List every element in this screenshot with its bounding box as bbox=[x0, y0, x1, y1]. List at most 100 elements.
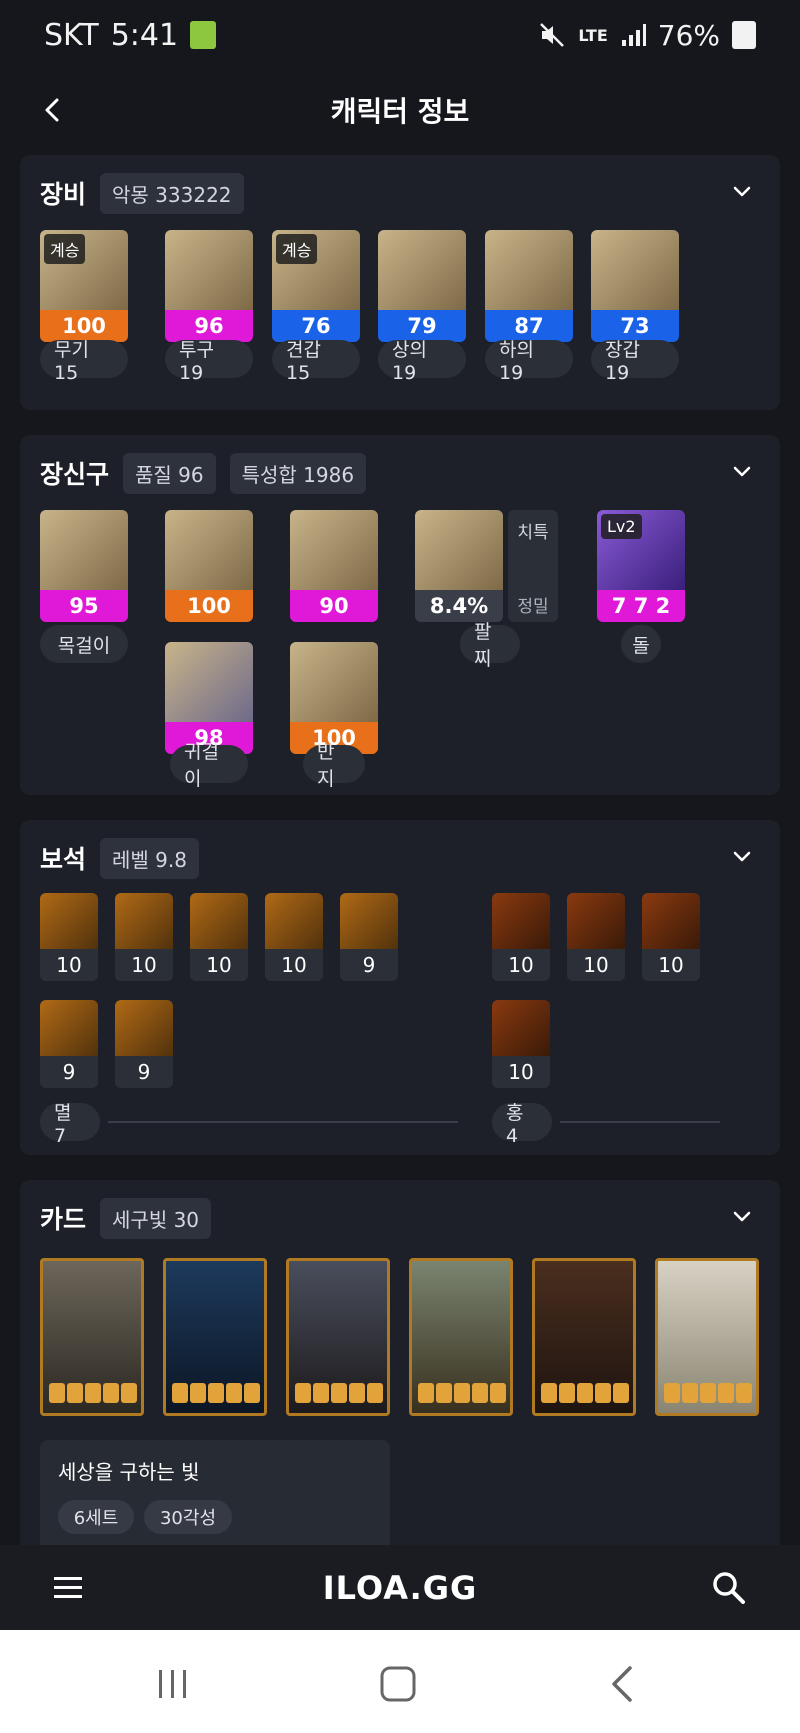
chevron-down-icon[interactable] bbox=[730, 179, 754, 203]
sim-notification-icon bbox=[190, 21, 217, 49]
accessory-necklace[interactable]: 95 bbox=[40, 510, 128, 622]
ring-image bbox=[290, 510, 378, 590]
page-title: 캐릭터 정보 bbox=[330, 95, 470, 128]
recent-apps-icon[interactable] bbox=[155, 1666, 191, 1702]
bracelet-effect-crit: 치특 bbox=[517, 523, 549, 543]
gem-level: 10 bbox=[115, 949, 173, 981]
app-header: 캐릭터 정보 bbox=[0, 70, 800, 150]
gem-level-badge: 레벨 9.8 bbox=[100, 837, 199, 879]
equipment-section: 장비 악몽 333222 계승 100 96 계승 76 79 87 73 무기… bbox=[20, 155, 780, 410]
battery-icon bbox=[732, 21, 756, 49]
accessory-earring-1[interactable]: 100 bbox=[165, 510, 253, 622]
equipment-item-shoulder[interactable]: 계승 76 bbox=[272, 230, 360, 342]
equipment-label-gloves: 장갑 19 bbox=[591, 339, 679, 384]
earring-image bbox=[165, 510, 253, 590]
awakening-pips bbox=[295, 1383, 383, 1403]
bottom-image bbox=[485, 230, 573, 310]
divider-line bbox=[108, 1121, 458, 1123]
gem-item[interactable]: 10 bbox=[265, 893, 323, 981]
accessory-ring-1[interactable]: 90 bbox=[290, 510, 378, 622]
home-icon[interactable] bbox=[378, 1664, 418, 1704]
gem-item[interactable]: 10 bbox=[492, 1000, 550, 1088]
battery-label: 76% bbox=[657, 18, 720, 52]
gem-item[interactable]: 10 bbox=[190, 893, 248, 981]
equipment-set-badge: 악몽 333222 bbox=[100, 172, 244, 214]
accessory-bracelet[interactable]: 8.4% bbox=[415, 510, 503, 622]
awakening-pips bbox=[541, 1383, 629, 1403]
equipment-item-weapon[interactable]: 계승 100 bbox=[40, 230, 128, 342]
succession-tag: 계승 bbox=[276, 234, 318, 264]
gem-image bbox=[567, 893, 625, 949]
search-icon[interactable] bbox=[708, 1567, 748, 1607]
card-item[interactable] bbox=[655, 1258, 759, 1416]
back-button[interactable] bbox=[30, 88, 74, 132]
quality-value: 95 bbox=[40, 590, 128, 622]
bracelet-image bbox=[415, 510, 503, 590]
gem-image bbox=[492, 893, 550, 949]
gem-level: 9 bbox=[40, 1056, 98, 1088]
content-scroll[interactable]: 장비 악몽 333222 계승 100 96 계승 76 79 87 73 무기… bbox=[0, 150, 800, 1545]
mute-icon bbox=[540, 23, 565, 47]
bracelet-effect-precision: 정밀 bbox=[517, 597, 549, 617]
gem-level: 10 bbox=[642, 949, 700, 981]
divider-line bbox=[560, 1121, 720, 1123]
gem-item[interactable]: 10 bbox=[567, 893, 625, 981]
accessory-label-ring: 반지 bbox=[303, 741, 365, 790]
stat-sum-badge: 특성합 1986 bbox=[229, 452, 367, 494]
awakening-tag: 30각성 bbox=[144, 1500, 232, 1534]
chevron-down-icon[interactable] bbox=[730, 844, 754, 868]
gem-item[interactable]: 10 bbox=[492, 893, 550, 981]
weapon-image: 계승 bbox=[40, 230, 128, 310]
cards-section: 카드 세구빛 30 세상을 구하는 빛 6세트 30각성 bbox=[20, 1180, 780, 1545]
equipment-item-helmet[interactable]: 96 bbox=[165, 230, 253, 342]
gem-item[interactable]: 9 bbox=[40, 1000, 98, 1088]
gem-item[interactable]: 10 bbox=[642, 893, 700, 981]
bracelet-effects: 치특 정밀 bbox=[508, 510, 558, 622]
card-item[interactable] bbox=[286, 1258, 390, 1416]
card-item[interactable] bbox=[532, 1258, 636, 1416]
helmet-image bbox=[165, 230, 253, 310]
equipment-label-weapon: 무기 15 bbox=[40, 339, 128, 384]
gem-item[interactable]: 10 bbox=[40, 893, 98, 981]
chevron-left-icon bbox=[45, 98, 59, 122]
equipment-item-gloves[interactable]: 73 bbox=[591, 230, 679, 342]
gem-level: 10 bbox=[40, 949, 98, 981]
system-navigation-bar bbox=[0, 1630, 800, 1733]
bottom-app-nav: ILOA.GG bbox=[0, 1545, 800, 1630]
back-nav-icon[interactable] bbox=[608, 1664, 638, 1704]
app-logo[interactable]: ILOA.GG bbox=[323, 1569, 478, 1607]
awakening-pips bbox=[418, 1383, 506, 1403]
stone-image: Lv2 bbox=[597, 510, 685, 590]
card-item[interactable] bbox=[409, 1258, 513, 1416]
clock-label: 5:41 bbox=[110, 17, 179, 53]
top-image bbox=[378, 230, 466, 310]
gem-item[interactable]: 9 bbox=[340, 893, 398, 981]
awakening-pips bbox=[664, 1383, 752, 1403]
gem-level: 10 bbox=[492, 949, 550, 981]
hamburger-menu-icon[interactable] bbox=[50, 1569, 86, 1605]
shoulder-image: 계승 bbox=[272, 230, 360, 310]
stone-level-tag: Lv2 bbox=[601, 514, 642, 539]
gem-item[interactable]: 10 bbox=[115, 893, 173, 981]
gem-image bbox=[492, 1000, 550, 1056]
gem-summary-right: 홍 4 bbox=[492, 1102, 552, 1147]
equipment-item-bottom[interactable]: 87 bbox=[485, 230, 573, 342]
gem-level: 10 bbox=[492, 1056, 550, 1088]
card-item[interactable] bbox=[163, 1258, 267, 1416]
gem-level: 10 bbox=[567, 949, 625, 981]
gem-item[interactable]: 9 bbox=[115, 1000, 173, 1088]
equipment-item-top[interactable]: 79 bbox=[378, 230, 466, 342]
ring-image bbox=[290, 642, 378, 722]
card-set-name: 세상을 구하는 빛 bbox=[58, 1460, 200, 1484]
gem-level: 10 bbox=[190, 949, 248, 981]
gems-title: 보석 bbox=[40, 845, 87, 874]
carrier-label: SKT bbox=[44, 17, 99, 53]
accessory-stone[interactable]: Lv2 7 7 2 bbox=[597, 510, 685, 622]
accessory-label-necklace: 목걸이 bbox=[40, 625, 128, 663]
card-item[interactable] bbox=[40, 1258, 144, 1416]
chevron-down-icon[interactable] bbox=[730, 1204, 754, 1228]
chevron-down-icon[interactable] bbox=[730, 459, 754, 483]
awakening-pips bbox=[172, 1383, 260, 1403]
gem-level: 9 bbox=[340, 949, 398, 981]
gem-image bbox=[340, 893, 398, 949]
